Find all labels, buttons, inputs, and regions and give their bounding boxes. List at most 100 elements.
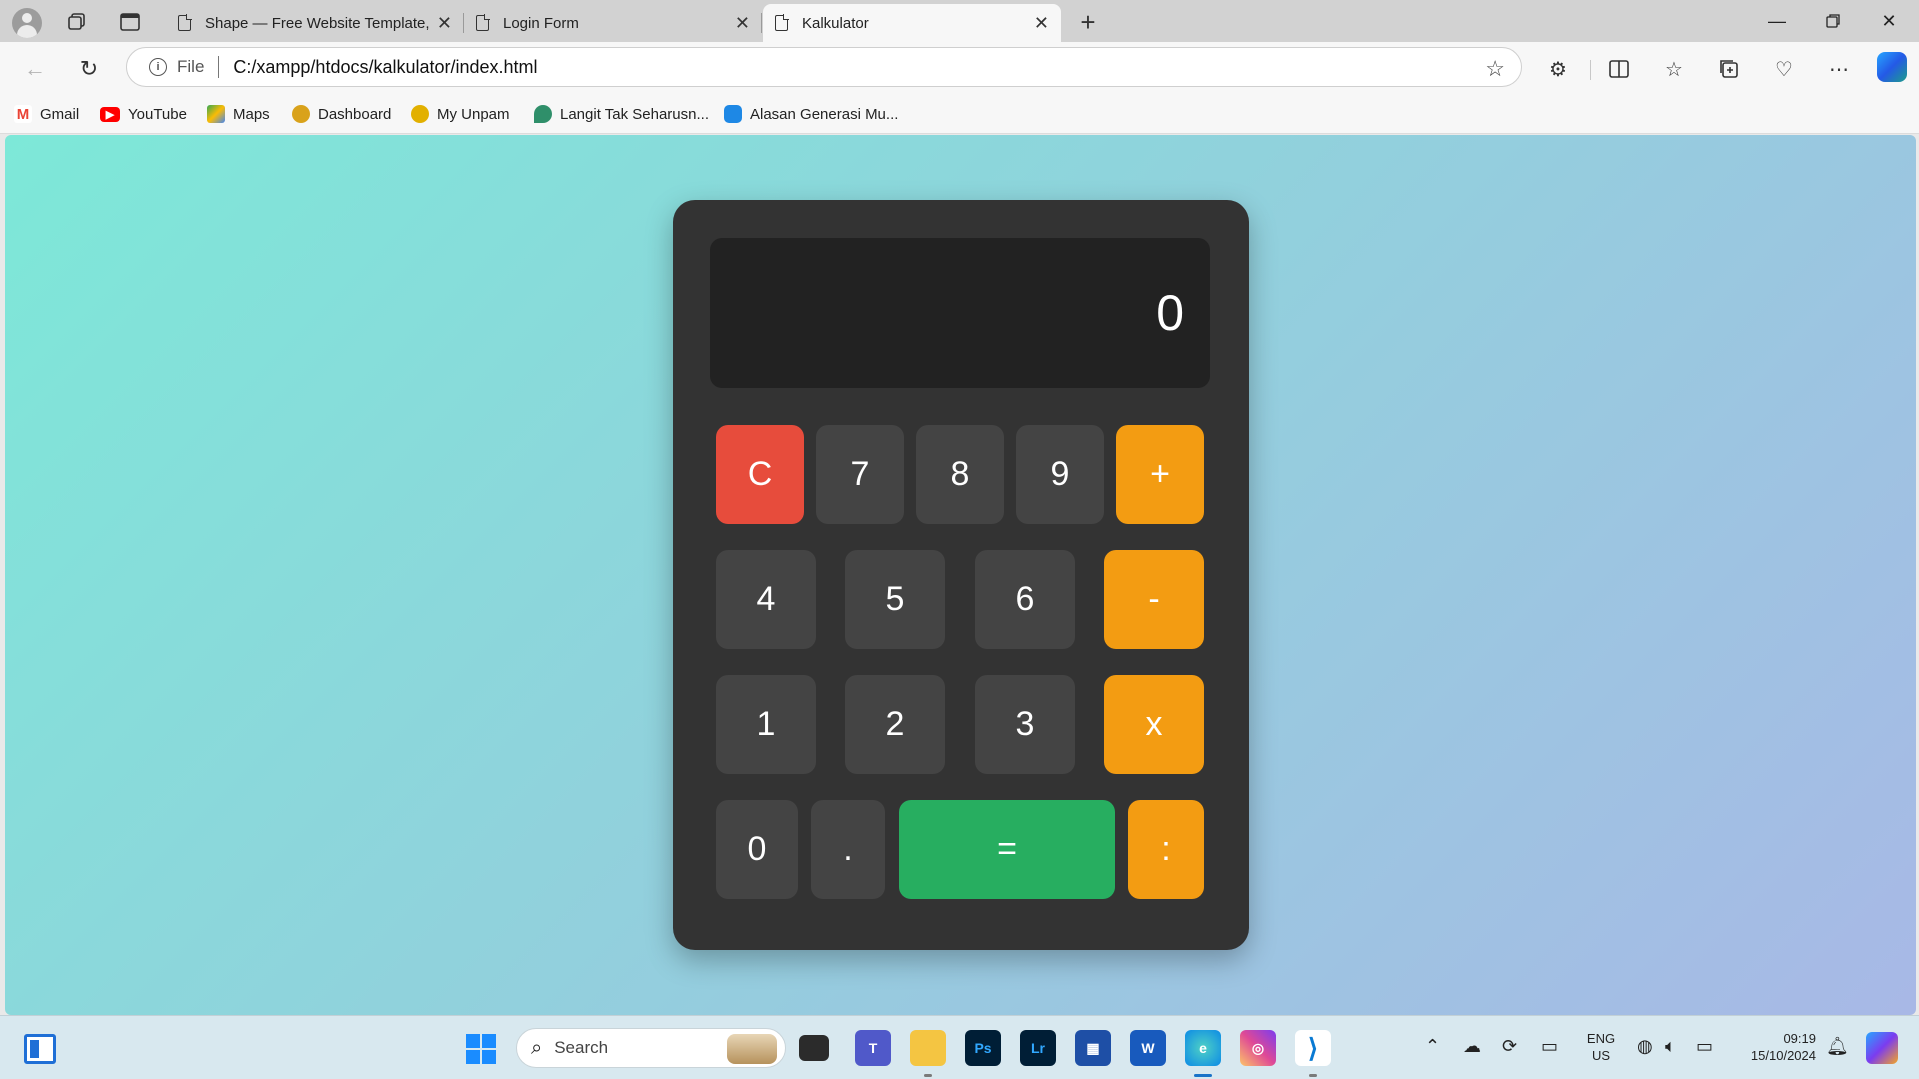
lightroom-icon[interactable]: Lr — [1020, 1030, 1056, 1066]
photoshop-icon[interactable]: Ps — [965, 1030, 1001, 1066]
close-tab-icon[interactable]: ✕ — [735, 13, 750, 34]
vscode-icon[interactable]: ⟩ — [1295, 1030, 1331, 1066]
volume-icon[interactable]: 🔈︎ — [1665, 1036, 1676, 1057]
favorite-my-unpam[interactable]: My Unpam — [411, 102, 510, 126]
language-code: ENG — [1586, 1031, 1616, 1046]
page-icon — [178, 14, 192, 31]
info-icon[interactable]: i — [149, 58, 167, 76]
chevron-up-icon[interactable]: ⌃ — [1425, 1036, 1440, 1057]
tab-shape-template[interactable]: Shape — Free Website Template, ✕ — [166, 4, 464, 42]
favorite-label: Dashboard — [318, 105, 392, 123]
page-icon — [476, 14, 490, 31]
decimal-button[interactable]: . — [811, 800, 885, 899]
folder-icon[interactable] — [910, 1030, 946, 1066]
browser-essentials-icon[interactable]: ♡ — [1767, 52, 1801, 86]
favorite-gmail[interactable]: M Gmail — [14, 102, 79, 126]
scheme-label: File — [177, 57, 205, 76]
minimize-icon[interactable]: — — [1749, 0, 1805, 42]
refresh-icon[interactable]: ↻ — [72, 52, 106, 86]
tab-title: Login Form — [503, 14, 579, 32]
new-tab-icon[interactable]: + — [1073, 7, 1103, 37]
divider — [218, 56, 220, 78]
task-view-icon[interactable] — [799, 1035, 829, 1061]
key-9-button[interactable]: 9 — [1016, 425, 1104, 524]
start-windows-icon[interactable] — [466, 1034, 496, 1064]
key-3-button[interactable]: 3 — [975, 675, 1075, 774]
notification-bell-icon[interactable]: 🔔︎ — [1826, 1036, 1849, 1057]
workspaces-icon[interactable] — [62, 7, 92, 37]
onedrive-icon[interactable]: ☁ — [1463, 1036, 1481, 1057]
vertical-tabs-icon[interactable] — [115, 7, 145, 37]
key-7-button[interactable]: 7 — [816, 425, 904, 524]
key-1-button[interactable]: 1 — [716, 675, 816, 774]
close-window-icon[interactable]: ✕ — [1861, 0, 1917, 42]
word-icon[interactable]: W — [1130, 1030, 1166, 1066]
favorite-label: Maps — [233, 105, 270, 123]
more-menu-icon[interactable]: ⋯ — [1822, 52, 1856, 86]
running-indicator — [1309, 1074, 1317, 1077]
favorite-youtube[interactable]: ▶ YouTube — [100, 102, 187, 126]
key-4-button[interactable]: 4 — [716, 550, 816, 649]
tab-title: Shape — Free Website Template, — [205, 14, 429, 32]
favorite-star-icon[interactable]: ☆ — [1485, 56, 1505, 82]
back-arrow-icon[interactable]: ← — [18, 52, 52, 86]
edge-icon[interactable]: e — [1185, 1030, 1221, 1066]
display-icon[interactable]: ▭ — [1541, 1036, 1558, 1057]
key-2-button[interactable]: 2 — [845, 675, 945, 774]
clock-time: 09:19 — [1783, 1031, 1816, 1046]
tab-kalkulator[interactable]: Kalkulator ✕ — [763, 4, 1061, 42]
profile-avatar-icon[interactable] — [12, 8, 42, 38]
favorites-icon[interactable]: ☆ — [1657, 52, 1691, 86]
url-text[interactable]: C:/xampp/htdocs/kalkulator/index.html — [233, 57, 537, 78]
extensions-icon[interactable]: ⚙ — [1541, 52, 1575, 86]
key-8-button[interactable]: 8 — [916, 425, 1004, 524]
search-highlight-image — [727, 1034, 777, 1064]
close-tab-icon[interactable]: ✕ — [437, 13, 452, 34]
favorite-label: YouTube — [128, 105, 187, 123]
maps-icon — [207, 105, 225, 123]
minus-button[interactable]: - — [1104, 550, 1204, 649]
restore-icon[interactable] — [1805, 0, 1861, 42]
equals-button[interactable]: = — [899, 800, 1115, 899]
key-6-button[interactable]: 6 — [975, 550, 1075, 649]
favorite-maps[interactable]: Maps — [207, 102, 270, 126]
split-screen-icon[interactable] — [1602, 52, 1636, 86]
favorite-label: My Unpam — [437, 105, 510, 123]
unpam-icon — [411, 105, 429, 123]
page-icon — [775, 14, 789, 31]
favorite-alasan[interactable]: Alasan Generasi Mu... — [724, 102, 898, 126]
clear-button[interactable]: C — [716, 425, 804, 524]
key-5-button[interactable]: 5 — [845, 550, 945, 649]
favorite-label: Alasan Generasi Mu... — [750, 105, 899, 123]
favorite-dashboard[interactable]: Dashboard — [292, 102, 391, 126]
favorite-langit[interactable]: Langit Tak Seharusn... — [534, 102, 709, 126]
taskbar-search[interactable]: ⌕ Search — [516, 1028, 786, 1068]
tab-login-form[interactable]: Login Form ✕ — [464, 4, 762, 42]
network-globe-icon[interactable]: ◍ — [1637, 1036, 1653, 1057]
close-tab-icon[interactable]: ✕ — [1034, 13, 1049, 34]
language-indicator[interactable]: ENG US — [1583, 1030, 1619, 1064]
navigation-bar: ← ↻ i File C:/xampp/htdocs/kalkulator/in… — [0, 42, 1919, 94]
clock[interactable]: 09:19 15/10/2024 — [1736, 1030, 1816, 1064]
search-placeholder: Search — [554, 1038, 609, 1057]
collections-icon[interactable] — [1712, 52, 1746, 86]
divide-button[interactable]: : — [1128, 800, 1204, 899]
plus-button[interactable]: + — [1116, 425, 1204, 524]
store-icon[interactable]: ▦ — [1075, 1030, 1111, 1066]
key-0-button[interactable]: 0 — [716, 800, 798, 899]
favorite-label: Langit Tak Seharusn... — [560, 105, 709, 123]
copilot-icon[interactable] — [1877, 52, 1907, 82]
youtube-icon: ▶ — [100, 106, 120, 122]
copilot-taskbar-icon[interactable] — [1866, 1032, 1898, 1064]
address-bar[interactable]: i File C:/xampp/htdocs/kalkulator/index.… — [126, 47, 1522, 87]
divider — [1590, 60, 1591, 80]
favorite-label: Gmail — [40, 105, 80, 123]
sync-icon[interactable]: ⟳ — [1502, 1036, 1517, 1057]
multiply-button[interactable]: x — [1104, 675, 1204, 774]
teams-icon[interactable]: T — [855, 1030, 891, 1066]
dashboard-icon — [292, 105, 310, 123]
instagram-icon[interactable]: ◎ — [1240, 1030, 1276, 1066]
battery-icon[interactable]: ▭ — [1696, 1036, 1713, 1057]
widgets-icon[interactable] — [24, 1034, 56, 1064]
gmail-icon: M — [14, 105, 32, 123]
